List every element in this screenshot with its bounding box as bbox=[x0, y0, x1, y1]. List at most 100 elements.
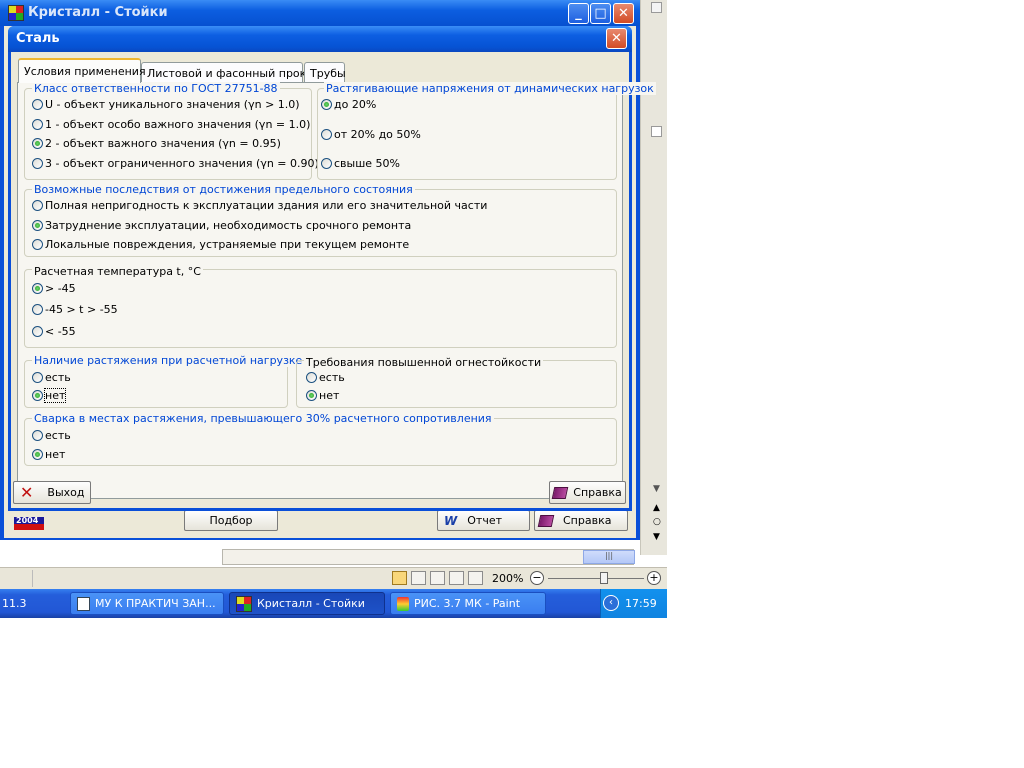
radio-fire-yes[interactable]: есть bbox=[306, 370, 345, 385]
taskbar-left-item[interactable]: 11.3 bbox=[2, 597, 27, 610]
taskbar-item-paint[interactable]: РИС. 3.7 МК - Paint bbox=[390, 592, 546, 615]
zoom-slider[interactable] bbox=[548, 578, 644, 579]
close-x-icon: ✕ bbox=[20, 482, 34, 502]
radio-fire-no[interactable]: нет bbox=[306, 388, 339, 403]
radio-consequence-local[interactable]: Локальные повреждения, устраняемые при т… bbox=[32, 237, 409, 252]
year-badge: 2004 bbox=[14, 517, 44, 530]
maximize-button[interactable]: □ bbox=[590, 3, 611, 24]
dialog-close-button[interactable]: ✕ bbox=[606, 28, 627, 49]
taskbar-item-word[interactable]: МУ К ПРАКТИЧ ЗАН... bbox=[70, 592, 224, 615]
minimize-button[interactable]: _ bbox=[568, 3, 589, 24]
group-legend: Требования повышенной огнестойкости bbox=[304, 356, 544, 369]
radio-welding-yes[interactable]: есть bbox=[32, 428, 71, 443]
radio-label: Локальные повреждения, устраняемые при т… bbox=[45, 238, 410, 251]
radio-label: есть bbox=[45, 429, 71, 442]
radio-label: Полная непригодность к эксплуатации здан… bbox=[45, 199, 488, 212]
radio-consequence-full[interactable]: Полная непригодность к эксплуатации здан… bbox=[32, 198, 487, 213]
background-help-button-label: Справка bbox=[563, 514, 612, 527]
help-button-label: Справка bbox=[573, 486, 622, 499]
draft-icon[interactable] bbox=[468, 571, 483, 585]
exit-button[interactable]: ✕ Выход bbox=[13, 481, 91, 504]
prev-page-icon[interactable]: ▲ bbox=[653, 503, 660, 513]
radio-label: нет bbox=[45, 448, 66, 461]
dialog-titlebar: Сталь ✕ bbox=[8, 26, 632, 52]
tab-label: Листовой и фасонный прокат bbox=[147, 67, 320, 80]
radio-selected-icon bbox=[306, 390, 317, 401]
word-statusbar: 200% − + bbox=[0, 567, 667, 589]
radio-temp-between[interactable]: -45 > t > -55 bbox=[32, 302, 118, 317]
radio-label: < -55 bbox=[45, 325, 76, 338]
radio-icon bbox=[32, 430, 43, 441]
close-button[interactable]: ✕ bbox=[613, 3, 634, 24]
radio-selected-icon bbox=[32, 220, 43, 231]
zoom-slider-thumb[interactable] bbox=[600, 572, 608, 584]
radio-consequence-difficulty[interactable]: Затруднение эксплуатации, необходимость … bbox=[32, 218, 411, 233]
next-page-icon[interactable]: ▼ bbox=[653, 532, 660, 542]
radio-tension-no[interactable]: нет bbox=[32, 388, 67, 403]
radio-label: есть bbox=[45, 371, 71, 384]
scroll-up-icon[interactable] bbox=[651, 2, 662, 13]
radio-label: U - объект уникального значения (γn > 1.… bbox=[45, 98, 300, 111]
help-button[interactable]: Справка bbox=[549, 481, 626, 504]
radio-icon bbox=[321, 129, 332, 140]
background-help-button[interactable]: Справка bbox=[534, 510, 628, 531]
show-hidden-icons-icon[interactable]: ‹ bbox=[603, 595, 619, 611]
radio-temp-below-minus55[interactable]: < -55 bbox=[32, 324, 76, 339]
status-cell bbox=[0, 570, 33, 587]
scroll-thumb[interactable] bbox=[651, 126, 662, 137]
scroll-down-icon[interactable]: ▼ bbox=[653, 484, 660, 494]
radio-tensile-20-50[interactable]: от 20% до 50% bbox=[321, 127, 421, 142]
tab-sheet-profile[interactable]: Листовой и фасонный прокат bbox=[141, 62, 319, 82]
group-legend: Класс ответственности по ГОСТ 27751-88 bbox=[32, 82, 280, 95]
radio-icon bbox=[32, 200, 43, 211]
report-button[interactable]: W Отчет bbox=[437, 510, 530, 531]
hscroll-thumb[interactable]: ||| bbox=[583, 550, 635, 564]
browse-object-icon[interactable]: ○ bbox=[653, 517, 661, 527]
radio-selected-icon bbox=[32, 283, 43, 294]
radio-class-3[interactable]: 3 - объект ограниченного значения (γn = … bbox=[32, 156, 319, 171]
zoom-out-icon[interactable]: − bbox=[530, 571, 544, 585]
radio-class-2[interactable]: 2 - объект важного значения (γn = 0.95) bbox=[32, 136, 281, 151]
report-button-label: Отчет bbox=[467, 514, 502, 527]
radio-label: 3 - объект ограниченного значения (γn = … bbox=[45, 157, 319, 170]
zoom-level[interactable]: 200% bbox=[492, 572, 523, 585]
radio-temp-above-minus45[interactable]: > -45 bbox=[32, 281, 76, 296]
background-window-titlebar: Кристалл - Стойки _ □ ✕ bbox=[0, 0, 640, 26]
radio-icon bbox=[32, 326, 43, 337]
radio-class-1[interactable]: 1 - объект особо важного значения (γn = … bbox=[32, 117, 310, 132]
tab-label: Условия применения bbox=[24, 65, 146, 78]
radio-class-u[interactable]: U - объект уникального значения (γn > 1.… bbox=[32, 97, 300, 112]
radio-tensile-over-50[interactable]: свыше 50% bbox=[321, 156, 400, 171]
document-horizontal-scrollbar[interactable]: ||| bbox=[222, 549, 635, 565]
radio-label: -45 > t > -55 bbox=[45, 303, 118, 316]
select-button-label: Подбор bbox=[209, 514, 253, 527]
radio-icon bbox=[32, 99, 43, 110]
radio-label: от 20% до 50% bbox=[334, 128, 421, 141]
zoom-in-icon[interactable]: + bbox=[647, 571, 661, 585]
minimize-icon: _ bbox=[575, 6, 582, 21]
radio-label: > -45 bbox=[45, 282, 76, 295]
radio-selected-icon bbox=[32, 390, 43, 401]
web-layout-icon[interactable] bbox=[430, 571, 445, 585]
radio-tension-yes[interactable]: есть bbox=[32, 370, 71, 385]
outline-icon[interactable] bbox=[449, 571, 464, 585]
radio-icon bbox=[32, 372, 43, 383]
background-window-title: Кристалл - Стойки bbox=[28, 5, 168, 20]
tab-usage-conditions[interactable]: Условия применения bbox=[18, 58, 146, 83]
print-layout-icon[interactable] bbox=[392, 571, 407, 585]
taskbar-item-crystal[interactable]: Кристалл - Стойки bbox=[229, 592, 385, 615]
taskbar-item-label: Кристалл - Стойки bbox=[257, 597, 365, 610]
word-doc-icon bbox=[77, 596, 90, 611]
radio-welding-no[interactable]: нет bbox=[32, 447, 65, 462]
app-icon bbox=[236, 595, 252, 612]
steel-dialog: Сталь ✕ Условия применения Листовой и фа… bbox=[8, 26, 656, 511]
maximize-icon: □ bbox=[594, 6, 607, 21]
full-screen-reading-icon[interactable] bbox=[411, 571, 426, 585]
taskbar: 11.3 МУ К ПРАКТИЧ ЗАН... Кристалл - Стой… bbox=[0, 589, 667, 618]
radio-label: нет bbox=[319, 389, 340, 402]
tab-pipes[interactable]: Трубы bbox=[304, 62, 346, 82]
radio-tensile-up-to-20[interactable]: до 20% bbox=[321, 97, 376, 112]
radio-icon bbox=[32, 119, 43, 130]
radio-label: 2 - объект важного значения (γn = 0.95) bbox=[45, 137, 281, 150]
select-button[interactable]: Подбор bbox=[184, 510, 278, 531]
